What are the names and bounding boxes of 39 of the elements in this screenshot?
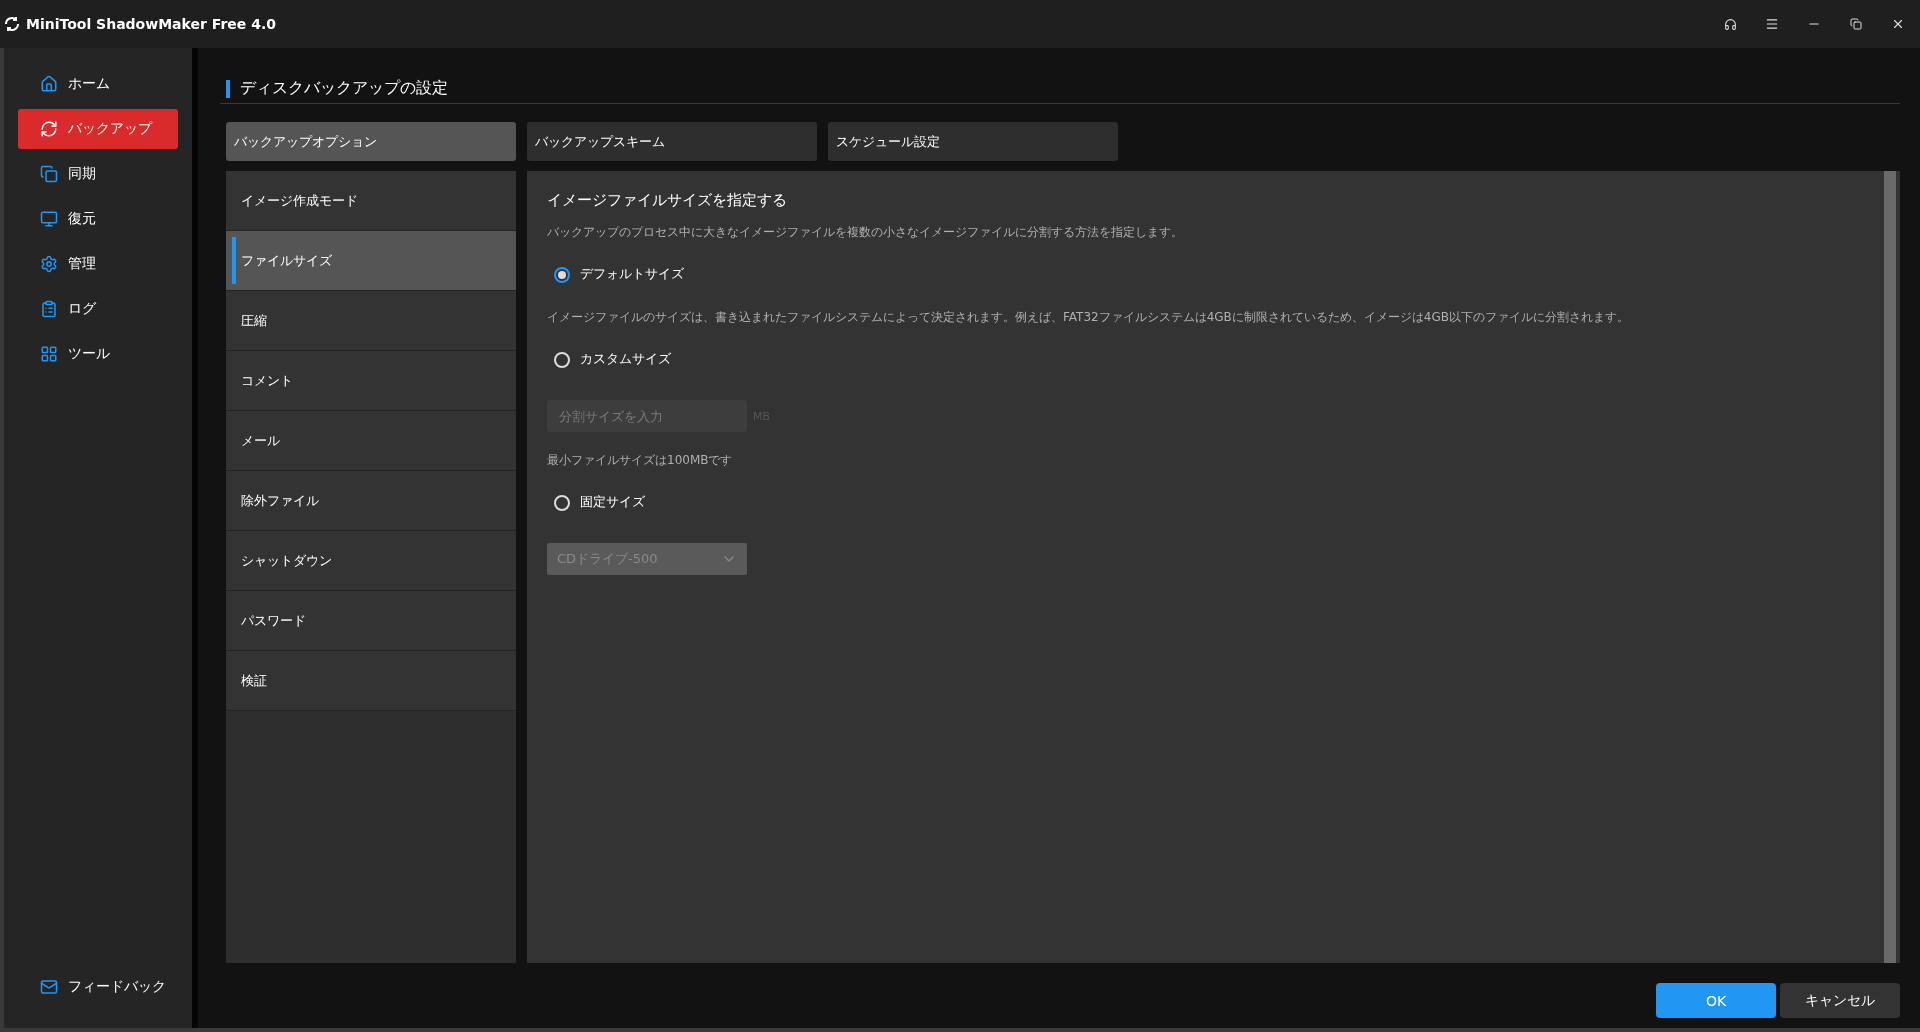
option-item[interactable]: 検証: [226, 651, 516, 711]
option-item[interactable]: 除外ファイル: [226, 471, 516, 531]
radio-button[interactable]: [554, 266, 570, 283]
tab[interactable]: スケジュール設定: [828, 122, 1118, 161]
refresh-icon: [40, 120, 58, 138]
option-item[interactable]: イメージ作成モード: [226, 171, 516, 231]
option-item[interactable]: コメント: [226, 351, 516, 411]
nav-item[interactable]: バックアップ: [18, 109, 178, 149]
radio-option[interactable]: デフォルトサイズ: [554, 266, 684, 283]
nav-item[interactable]: ホーム: [18, 64, 178, 104]
window-title: MiniTool ShadowMaker Free 4.0: [26, 16, 277, 32]
panel-description: バックアップのプロセス中に大きなイメージファイルを複数の小さなイメージファイルに分割する方法を指定します。: [547, 224, 1183, 240]
settings-icon: [40, 255, 58, 273]
scrollbar[interactable]: [1884, 171, 1896, 963]
home-icon: [40, 75, 58, 93]
note-text: イメージファイルのサイズは、書き込まれたファイルシステムによって決定されます。例えば、FAT32ファイルシステムは4GBに制限されているため、イメージは4GB以下のファイルに分割されます。: [547, 309, 1629, 325]
grid-icon: [40, 345, 58, 363]
tab[interactable]: バックアップスキーム: [527, 122, 817, 161]
option-item[interactable]: シャットダウン: [226, 531, 516, 591]
nav-item[interactable]: ログ: [18, 289, 178, 329]
tab[interactable]: バックアップオプション: [226, 122, 516, 161]
copy-icon: [40, 165, 58, 183]
monitor-icon: [40, 210, 58, 228]
nav-item[interactable]: 管理: [18, 244, 178, 284]
logo-icon: [4, 16, 20, 32]
nav-item[interactable]: 同期: [18, 154, 178, 194]
page-title: ディスクバックアップの設定: [240, 78, 448, 99]
nav-item[interactable]: ツール: [18, 334, 178, 374]
clipboard-icon: [40, 300, 58, 318]
option-item[interactable]: ファイルサイズ: [226, 231, 516, 291]
cancel-button[interactable]: キャンセル: [1780, 983, 1900, 1018]
option-item[interactable]: メール: [226, 411, 516, 471]
option-item[interactable]: パスワード: [226, 591, 516, 651]
mail-icon: [40, 978, 58, 996]
nav-item[interactable]: 復元: [18, 199, 178, 239]
option-item[interactable]: 圧縮: [226, 291, 516, 351]
panel-heading: イメージファイルサイズを指定する: [547, 191, 787, 210]
note-text: 最小ファイルサイズは100MBです: [547, 452, 733, 468]
feedback-link[interactable]: フィードバック: [18, 967, 178, 1007]
